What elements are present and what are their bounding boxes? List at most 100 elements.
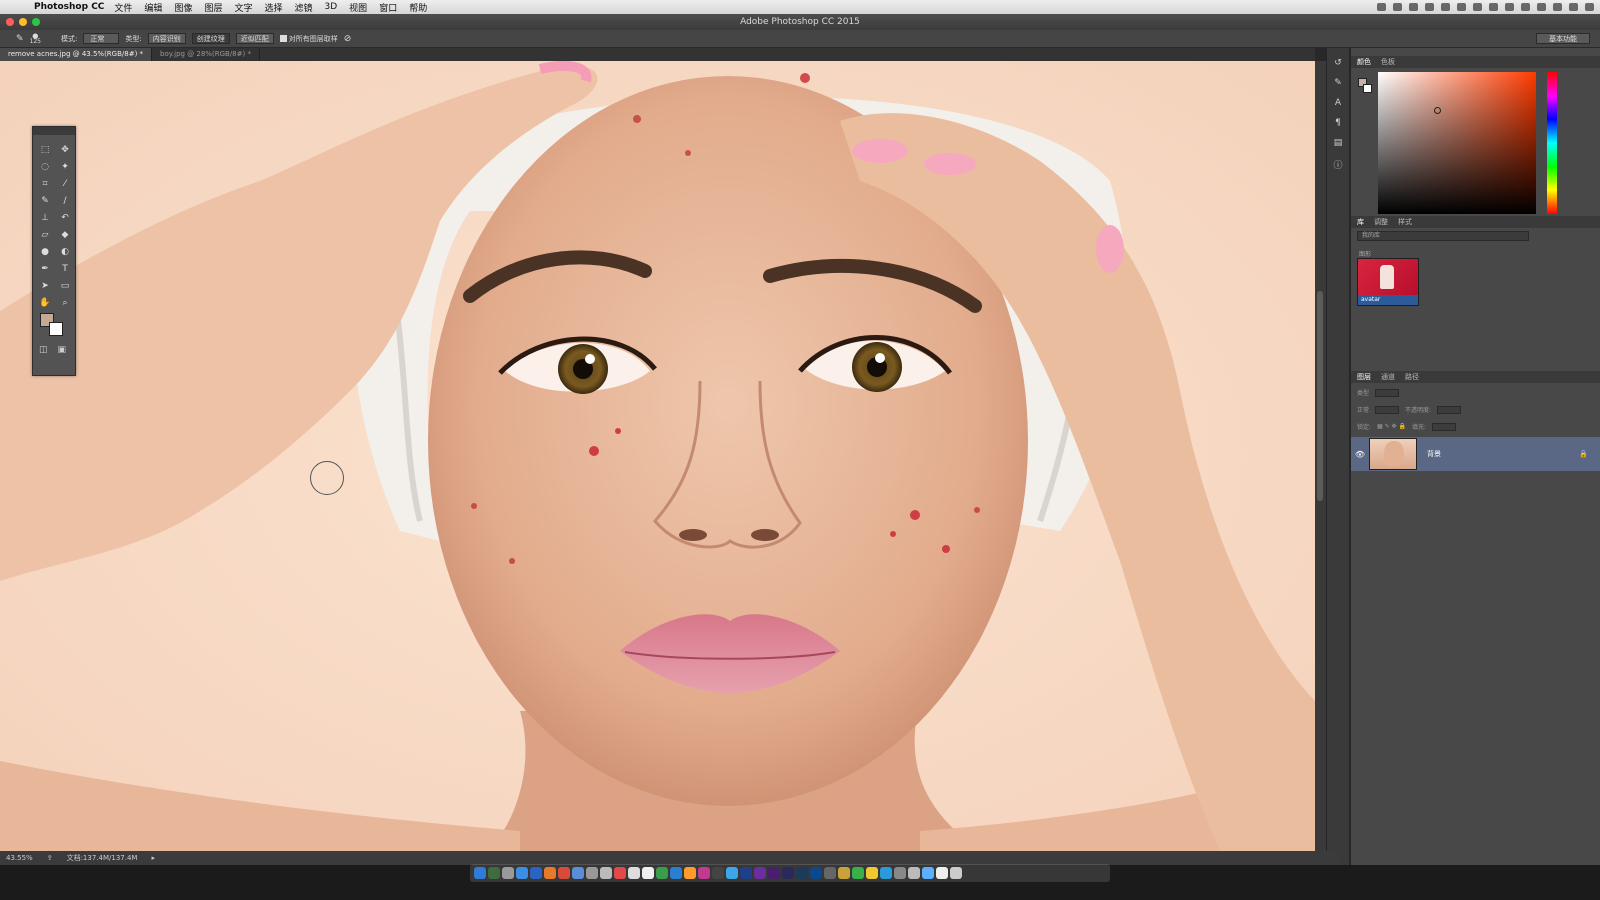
sample-all-layers-checkbox[interactable]: 对所有图层取样 [279, 34, 338, 44]
eraser-tool-icon[interactable]: ▱ [35, 228, 55, 241]
tab-paths[interactable]: 路径 [1405, 372, 1419, 382]
spot-healing-tool-icon[interactable]: ✎ [35, 194, 55, 207]
status-icon[interactable] [1393, 3, 1402, 11]
menu-layer[interactable]: 图层 [204, 1, 222, 14]
after-effects-icon[interactable] [768, 867, 780, 879]
pen-tool-icon[interactable]: ✒ [35, 262, 55, 275]
app-icon[interactable] [838, 867, 850, 879]
hand-tool-icon[interactable]: ✋ [35, 296, 55, 309]
opacity-field[interactable] [1437, 405, 1462, 414]
filter-box[interactable] [1375, 388, 1400, 397]
color-picker-cursor[interactable] [1434, 107, 1441, 114]
tab-libraries[interactable]: 库 [1357, 217, 1364, 227]
path-selection-tool-icon[interactable]: ➤ [35, 279, 55, 292]
dodge-tool-icon[interactable]: ◐ [55, 245, 75, 258]
magic-wand-tool-icon[interactable]: ✦ [55, 160, 75, 173]
bluetooth-icon[interactable] [1505, 3, 1514, 11]
blur-tool-icon[interactable]: ● [35, 245, 55, 258]
menu-image[interactable]: 图像 [174, 1, 192, 14]
menu-help[interactable]: 帮助 [409, 1, 427, 14]
app-icon[interactable] [894, 867, 906, 879]
tab-adjustments[interactable]: 调整 [1374, 217, 1388, 227]
screen-mode-icon[interactable]: ▣ [58, 345, 67, 355]
content-aware-option[interactable]: 内容识别 [147, 33, 186, 44]
brush-preset-picker[interactable]: ● 125 [30, 32, 41, 45]
menu-3d[interactable]: 3D [325, 2, 338, 12]
workspace-select[interactable]: 基本功能 [1536, 33, 1590, 44]
crop-tool-icon[interactable]: ⌗ [35, 177, 55, 190]
eyedropper-tool-icon[interactable]: ⁄ [55, 177, 75, 190]
type-tool-icon[interactable]: T [55, 262, 75, 275]
app-icon[interactable] [782, 867, 794, 879]
info-panel-icon[interactable]: ⓘ [1332, 158, 1344, 171]
status-icon[interactable] [1457, 3, 1466, 11]
layer-row[interactable]: 👁 背景 🔒 [1351, 437, 1600, 471]
tab-swatches[interactable]: 色板 [1381, 57, 1395, 67]
status-icon[interactable] [1537, 3, 1546, 11]
status-icon[interactable] [1553, 3, 1562, 11]
tab-color[interactable]: 颜色 [1357, 57, 1371, 67]
app-icon[interactable] [684, 867, 696, 879]
properties-panel-icon[interactable]: ▤ [1332, 138, 1344, 148]
brush-tool-icon[interactable]: ∕ [55, 194, 75, 207]
paint-bucket-tool-icon[interactable]: ◆ [55, 228, 75, 241]
app-icon[interactable] [936, 867, 948, 879]
app-icon[interactable] [614, 867, 626, 879]
zoom-level[interactable]: 43.55% [6, 854, 33, 862]
spot-healing-brush-icon[interactable]: ✎ [16, 34, 24, 44]
scrollbar-thumb[interactable] [1317, 291, 1323, 501]
status-icon[interactable] [1377, 3, 1386, 11]
fill-field[interactable] [1431, 422, 1456, 431]
vertical-scrollbar[interactable] [1315, 61, 1326, 851]
share-icon[interactable]: ⇪ [47, 854, 53, 862]
create-texture-option[interactable]: 创建纹理 [191, 33, 230, 44]
character-panel-icon[interactable]: A [1332, 98, 1344, 108]
hue-slider[interactable] [1547, 72, 1557, 214]
app-icon[interactable] [544, 867, 556, 879]
mode-select[interactable]: 正常 [83, 33, 120, 44]
app-icon[interactable] [628, 867, 640, 879]
safari-icon[interactable] [516, 867, 528, 879]
system-preferences-icon[interactable] [908, 867, 920, 879]
tab-channels[interactable]: 通道 [1381, 372, 1395, 382]
close-window-button[interactable] [6, 18, 14, 26]
app-icon[interactable] [656, 867, 668, 879]
premiere-icon[interactable] [754, 867, 766, 879]
app-icon[interactable] [502, 867, 514, 879]
layer-kind-filter[interactable]: 类型 [1357, 388, 1369, 397]
folder-icon[interactable] [922, 867, 934, 879]
app-icon[interactable] [530, 867, 542, 879]
menu-view[interactable]: 视图 [349, 1, 367, 14]
library-select[interactable]: 我的库 [1357, 231, 1529, 241]
status-icon[interactable] [1441, 3, 1450, 11]
app-icon[interactable] [824, 867, 836, 879]
proximity-match-option[interactable]: 近似匹配 [235, 33, 274, 44]
app-icon[interactable] [670, 867, 682, 879]
app-icon[interactable] [488, 867, 500, 879]
app-icon[interactable] [586, 867, 598, 879]
panel-background-swatch[interactable] [1363, 84, 1372, 93]
app-icon[interactable] [880, 867, 892, 879]
tab-layers[interactable]: 图层 [1357, 372, 1371, 382]
app-icon[interactable] [572, 867, 584, 879]
blend-mode-select[interactable]: 正常 [1357, 405, 1369, 414]
lightroom-icon[interactable] [796, 867, 808, 879]
menu-window[interactable]: 窗口 [379, 1, 397, 14]
saturation-value-field[interactable] [1378, 72, 1536, 214]
app-icon[interactable] [852, 867, 864, 879]
chrome-icon[interactable] [558, 867, 570, 879]
pressure-icon[interactable]: ⊘ [344, 34, 352, 44]
zoom-tool-icon[interactable]: ⌕ [55, 296, 75, 309]
status-menu-arrow-icon[interactable]: ▸ [151, 854, 155, 862]
paragraph-panel-icon[interactable]: ¶ [1332, 118, 1344, 128]
quick-mask-icon[interactable]: ◫ [39, 345, 48, 355]
move-tool-icon[interactable]: ✥ [55, 143, 75, 156]
app-menu[interactable]: Photoshop CC [34, 2, 104, 12]
rectangle-tool-icon[interactable]: ▭ [55, 279, 75, 292]
tab-styles[interactable]: 样式 [1398, 217, 1412, 227]
finder-icon[interactable] [474, 867, 486, 879]
app-icon[interactable] [600, 867, 612, 879]
menu-file[interactable]: 文件 [114, 1, 132, 14]
tab-remove-acnes[interactable]: remove acnes.jpg @ 43.5%(RGB/8#) * [0, 48, 153, 61]
spotlight-icon[interactable] [1569, 3, 1578, 11]
